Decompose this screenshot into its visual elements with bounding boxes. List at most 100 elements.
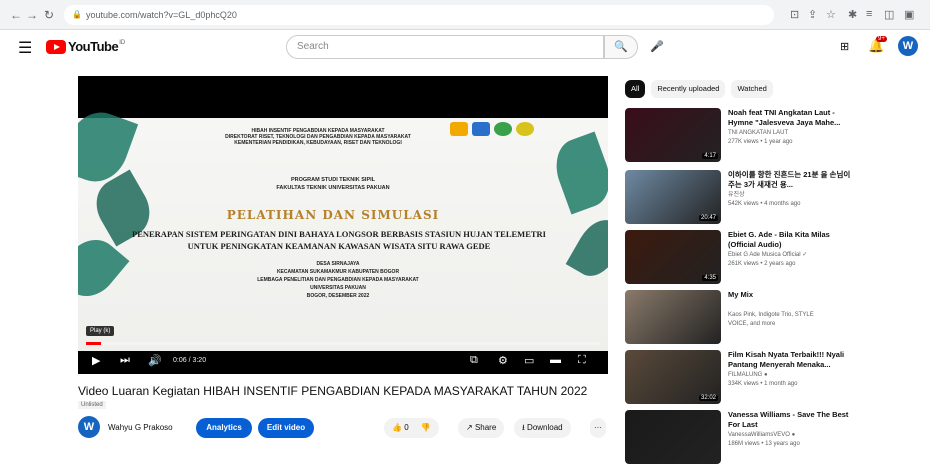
address-bar[interactable]: 🔒 youtube.com/watch?v=GL_d0phcQ20 (64, 5, 774, 25)
subtitles-icon[interactable]: ⧉ (470, 354, 478, 367)
logo-badge (494, 122, 512, 136)
profile-icon[interactable]: ▣ (904, 8, 914, 21)
logo-badge (450, 122, 468, 136)
recommendation-meta: VOICE, and more (728, 321, 776, 327)
video-thumbnail[interactable]: 4:17 (625, 108, 721, 162)
chip-recently-uploaded[interactable]: Recently uploaded (651, 80, 726, 98)
hamburger-menu-icon[interactable]: ☰ (18, 38, 32, 58)
recommendation-channel: VanessaWilliamsVEVO ● (728, 432, 796, 438)
share-button[interactable]: ↗ Share (458, 418, 505, 438)
extension-icon[interactable]: ✱ (848, 8, 857, 21)
recommendation-meta: 261K views • 2 years ago (728, 261, 796, 267)
voice-search-icon[interactable]: 🎤 (650, 40, 664, 53)
thumbs-up-icon: 👍 (392, 423, 402, 432)
download-icon: ⭳ (522, 423, 525, 432)
volume-icon[interactable]: 🔊 (148, 354, 162, 367)
video-player[interactable]: HIBAH INSENTIF PENGABDIAN KEPADA MASYARA… (78, 76, 608, 374)
recommendation-title[interactable]: Noah feat TNI Angkatan Laut - Hymne "Jal… (728, 108, 856, 128)
share-page-icon[interactable]: ⇪ (808, 8, 817, 21)
like-button[interactable]: 👍 0 👎 (384, 418, 439, 438)
bookmark-star-icon[interactable]: ☆ (826, 8, 836, 21)
share-icon: ↗ (466, 423, 473, 432)
slide-subtitle: PENERAPAN SISTEM PERINGATAN DINI BAHAYA … (132, 229, 546, 251)
video-thumbnail[interactable] (625, 290, 721, 344)
recommendation-channel: TNI ANGKATAN LAUT (728, 130, 789, 136)
time-display: 0:06 / 3:20 (173, 357, 207, 364)
recommendation-title[interactable]: 이하이를 향한 진흔드는 21분 을 손님이 주는 3가 새재건 용... (728, 170, 856, 190)
masthead: ☰ YouTube ID Search 🔍 🎤 ⊞ 🔔 9+ W (0, 30, 930, 66)
recommendation-title[interactable]: Ebiet G. Ade - Bila Kita Milas (Official… (728, 230, 856, 250)
account-avatar[interactable]: W (898, 36, 918, 56)
duration-badge: 4:17 (702, 153, 718, 159)
video-thumbnail[interactable]: 4:35 (625, 230, 721, 284)
search-button[interactable]: 🔍 (604, 35, 638, 59)
recommendation-channel: FILMALUNG ● (728, 372, 768, 378)
recommendation-meta: 334K views • 1 month ago (728, 381, 798, 387)
slide-program: PROGRAM STUDI TEKNIK SIPIL FAKULTAS TEKN… (276, 177, 390, 191)
chip-watched[interactable]: Watched (731, 80, 773, 98)
analytics-button[interactable]: Analytics (196, 418, 252, 438)
search-icon: 🔍 (614, 41, 628, 53)
recommendation-meta: 277K views • 1 year ago (728, 139, 793, 145)
play-icon[interactable]: ▶ (92, 354, 100, 367)
lock-icon: 🔒 (72, 10, 82, 19)
back-icon[interactable]: ← (10, 8, 22, 22)
recommendation-channel: 유진상 (728, 192, 745, 198)
download-button[interactable]: ⭳ Download (514, 418, 571, 438)
recommendation-title[interactable]: Vanessa Williams - Save The Best For Las… (728, 410, 856, 430)
channel-name[interactable]: Wahyu G Prakoso (108, 423, 173, 432)
video-thumbnail[interactable] (625, 410, 721, 464)
logo-badge (516, 122, 534, 136)
reload-icon[interactable]: ↻ (44, 8, 54, 22)
install-icon[interactable]: ⊡ (790, 8, 799, 21)
reading-list-icon[interactable]: ≡ (866, 8, 872, 20)
recommendation-item[interactable]: My Mix Kaos Pink, Indigote Trio, STYLE VOI… (625, 290, 925, 346)
tab-search-icon[interactable]: ◫ (884, 8, 894, 21)
play-tooltip: Play (k) (86, 326, 115, 336)
player-controls: ▶ ⏭ 🔊 0:06 / 3:20 ⧉ ⚙ ▭ ▬ ⛶ (78, 348, 608, 374)
like-count: 0 (404, 423, 409, 432)
slide-heading: PELATIHAN DAN SIMULASI (226, 208, 440, 222)
recommendation-meta: 186M views • 13 years ago (728, 441, 800, 447)
duration-badge: 32:02 (698, 395, 718, 401)
youtube-play-icon (46, 39, 66, 54)
download-label: Download (527, 423, 563, 432)
browser-toolbar: ← → ↻ 🔒 youtube.com/watch?v=GL_d0phcQ20 … (0, 0, 930, 30)
miniplayer-icon[interactable]: ▭ (524, 354, 534, 367)
forward-icon[interactable]: → (26, 8, 38, 22)
recommendation-title[interactable]: Film Kisah Nyata Terbaik!!! Nyali Pantan… (728, 350, 856, 370)
palm-leaf-decoration (565, 212, 608, 284)
next-icon[interactable]: ⏭ (120, 354, 130, 367)
duration-badge: 20:47 (698, 215, 718, 221)
edit-video-button[interactable]: Edit video (258, 418, 314, 438)
progress-bar[interactable] (86, 342, 600, 345)
recommendation-title[interactable]: My Mix (728, 290, 856, 300)
logo-region: ID (119, 39, 126, 46)
video-thumbnail[interactable]: 20:47 (625, 170, 721, 224)
recommendation-item[interactable]: 4:35 Ebiet G. Ade - Bila Kita Milas (Offi… (625, 230, 925, 286)
filter-chips: All Recently uploaded Watched (625, 80, 773, 98)
fullscreen-icon[interactable]: ⛶ (578, 354, 586, 367)
recommendation-item[interactable]: Vanessa Williams - Save The Best For Las… (625, 410, 925, 466)
recommendation-item[interactable]: 4:17 Noah feat TNI Angkatan Laut - Hymne … (625, 108, 925, 164)
visibility-badge: Unlisted (78, 401, 106, 409)
search-input[interactable]: Search (286, 35, 604, 59)
create-video-icon[interactable]: ⊞ (840, 40, 849, 53)
palm-leaf-decoration (547, 131, 608, 215)
recommendation-item[interactable]: 32:02 Film Kisah Nyata Terbaik!!! Nyali P… (625, 350, 925, 406)
video-thumbnail[interactable]: 32:02 (625, 350, 721, 404)
youtube-logo[interactable]: YouTube ID (46, 39, 125, 54)
channel-avatar[interactable]: W (78, 416, 100, 438)
recommendation-meta: 542K views • 4 months ago (728, 201, 801, 207)
share-label: Share (474, 423, 497, 432)
logo-badge (472, 122, 490, 136)
thumbs-down-icon[interactable]: 👎 (421, 423, 431, 432)
logo-wordmark: YouTube (68, 39, 119, 54)
theater-mode-icon[interactable]: ▬ (550, 354, 561, 366)
video-title: Video Luaran Kegiatan HIBAH INSENTIF PEN… (78, 384, 588, 398)
recommendation-item[interactable]: 20:47 이하이를 향한 진흔드는 21분 을 손님이 주는 3가 새재건 용.… (625, 170, 925, 226)
more-actions-button[interactable]: ··· (590, 418, 606, 438)
slide-location: DESA SIRNAJAYA KECAMATAN SUKAMAKMUR KABU… (257, 261, 419, 299)
settings-icon[interactable]: ⚙ (498, 354, 508, 367)
chip-all[interactable]: All (625, 80, 646, 98)
